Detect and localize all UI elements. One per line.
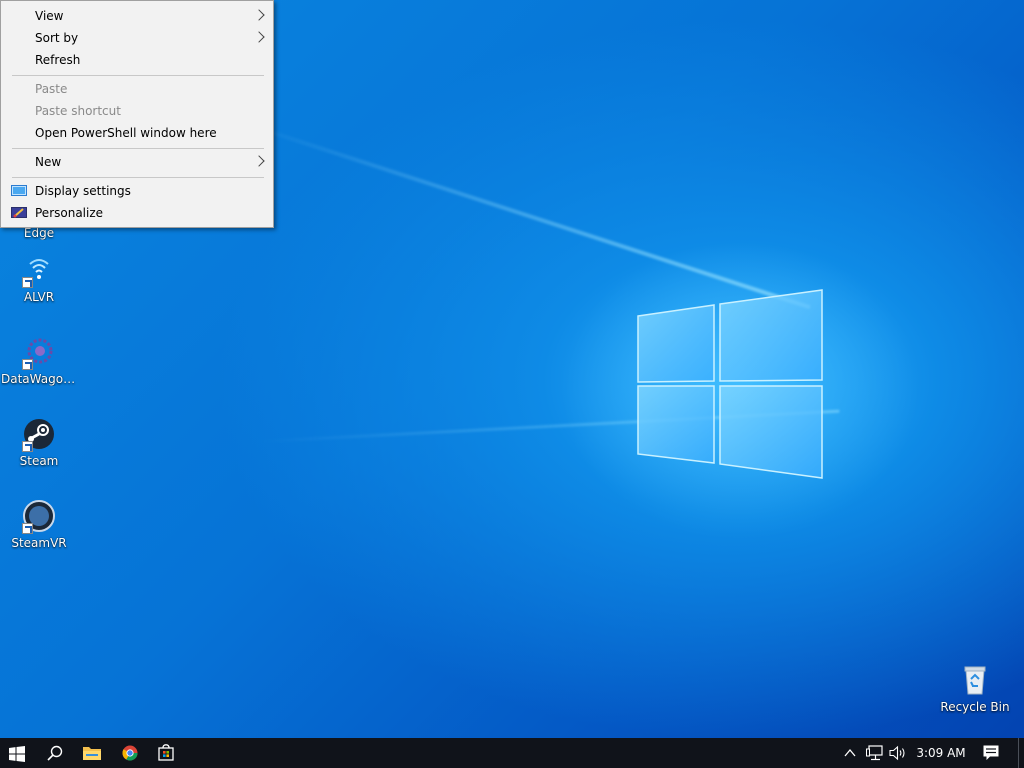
desktop-icon-label: DataWagon... xyxy=(1,372,77,386)
windows-logo-wallpaper xyxy=(637,289,823,479)
display-icon xyxy=(11,185,27,196)
chevron-right-icon xyxy=(253,9,265,21)
shortcut-arrow-icon xyxy=(22,277,33,288)
desktop-icon-label: Edge xyxy=(23,226,55,240)
chrome-icon[interactable] xyxy=(122,745,138,761)
menu-item-new[interactable]: New xyxy=(1,151,273,173)
desktop-icon-datawagon[interactable]: DataWagon... xyxy=(1,336,77,386)
desktop-icon-recycle-bin[interactable]: Recycle Bin xyxy=(937,664,1013,714)
shortcut-arrow-icon xyxy=(22,441,33,452)
desktop-icon-steam[interactable]: Steam xyxy=(1,418,77,468)
taskbar: 3:09 AM xyxy=(0,738,1024,768)
menu-item-sort-by[interactable]: Sort by xyxy=(1,27,273,49)
desktop-icon-alvr[interactable]: ALVR xyxy=(1,254,77,304)
chevron-right-icon xyxy=(253,31,265,43)
menu-item-display-settings[interactable]: Display settings xyxy=(1,180,273,202)
menu-item-view[interactable]: View xyxy=(1,5,273,27)
menu-item-paste-shortcut[interactable]: Paste shortcut xyxy=(1,100,273,122)
menu-separator xyxy=(12,177,264,178)
menu-item-refresh[interactable]: Refresh xyxy=(1,49,273,71)
shortcut-arrow-icon xyxy=(22,523,33,534)
notification-icon[interactable] xyxy=(983,745,999,761)
menu-item-paste[interactable]: Paste xyxy=(1,78,273,100)
menu-item-personalize[interactable]: Personalize xyxy=(1,202,273,224)
taskbar-clock[interactable]: 3:09 AM xyxy=(916,738,966,768)
menu-item-open-powershell[interactable]: Open PowerShell window here xyxy=(1,122,273,144)
search-icon[interactable] xyxy=(47,745,63,761)
shortcut-arrow-icon xyxy=(22,359,33,370)
show-desktop-button[interactable] xyxy=(1018,738,1019,768)
desktop-context-menu: View Sort by Refresh Paste Paste shortcu… xyxy=(0,0,274,228)
alvr-icon xyxy=(22,254,56,288)
menu-separator xyxy=(12,75,264,76)
desktop-icon-steamvr[interactable]: SteamVR xyxy=(1,500,77,550)
steam-icon xyxy=(22,418,56,452)
personalize-icon xyxy=(11,207,27,218)
chevron-right-icon xyxy=(253,155,265,167)
network-icon[interactable] xyxy=(866,745,884,761)
datawagon-icon xyxy=(22,336,56,370)
store-icon[interactable] xyxy=(158,744,174,761)
desktop-icon-label: SteamVR xyxy=(11,536,67,550)
start-icon[interactable] xyxy=(9,746,25,762)
chevron-up-icon[interactable] xyxy=(844,748,856,758)
menu-separator xyxy=(12,148,264,149)
desktop-icon-label: Recycle Bin xyxy=(940,700,1010,714)
desktop-icon-label: ALVR xyxy=(23,290,55,304)
file-explorer-icon[interactable] xyxy=(83,745,101,761)
recycle-bin-icon xyxy=(958,664,992,698)
volume-icon[interactable] xyxy=(889,745,907,761)
desktop-icon-label: Steam xyxy=(19,454,59,468)
steamvr-icon xyxy=(22,500,56,534)
